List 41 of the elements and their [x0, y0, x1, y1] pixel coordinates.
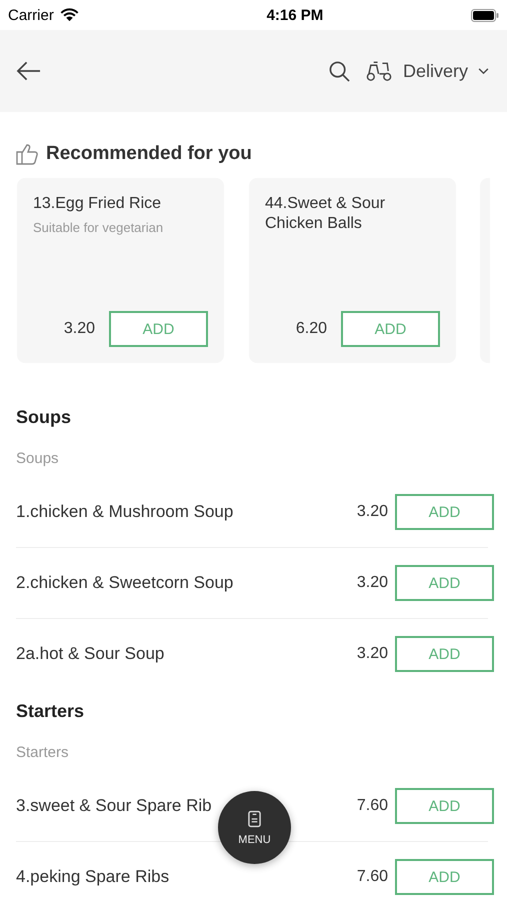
chevron-down-icon [478, 68, 489, 74]
menu-card-icon [248, 810, 261, 828]
dish-price: 6.20 [296, 320, 327, 338]
add-button[interactable]: ADD [395, 565, 494, 601]
add-button[interactable]: ADD [341, 311, 440, 347]
section-heading: Recommended for you [46, 143, 252, 165]
back-arrow-icon[interactable] [16, 61, 41, 81]
dish-name: 44.Sweet & Sour Chicken Balls [265, 194, 386, 234]
add-button[interactable]: ADD [395, 788, 494, 824]
dish-note: Suitable for vegetarian [33, 220, 164, 235]
dish-price: 3.20 [356, 574, 388, 592]
scooter-icon [366, 60, 393, 82]
category-heading: Starters [16, 701, 86, 722]
dish-name: 1.chicken & Mushroom Soup [16, 502, 234, 522]
delivery-dropdown[interactable]: Delivery [402, 60, 489, 82]
battery-icon [470, 8, 499, 22]
dish-name: 3.sweet & Sour Spare Rib [16, 796, 213, 816]
subcategory-label: Starters [16, 744, 70, 761]
dish-price: 3.20 [356, 645, 388, 663]
thumbs-up-icon [16, 143, 38, 165]
add-button[interactable]: ADD [395, 494, 494, 530]
add-button[interactable]: ADD [395, 636, 494, 672]
add-button[interactable]: ADD [109, 311, 208, 347]
subcategory-label: Soups [16, 450, 60, 467]
dish-name: 13.Egg Fried Rice [33, 194, 162, 214]
menu-button[interactable]: MENU [218, 791, 291, 864]
dish-price: 7.60 [356, 868, 388, 886]
search-icon[interactable] [328, 60, 350, 82]
clock-time: 4:16 PM [266, 6, 324, 24]
dish-price: 3.20 [356, 503, 388, 521]
add-button[interactable]: ADD [395, 859, 494, 895]
wifi-icon [60, 8, 79, 22]
recommended-card[interactable]: 13.Egg Fried Rice Suitable for vegetarian 3.20 ADD [17, 178, 224, 363]
category-heading: Soups [16, 407, 72, 428]
dish-price: 7.60 [356, 797, 388, 815]
carrier-name: Carrier [8, 6, 54, 24]
recommended-card[interactable]: 44.Sweet & Sour Chicken Balls 6.20 ADD [249, 178, 456, 363]
dish-name: 4.peking Spare Ribs [16, 867, 170, 887]
dish-price: 3.20 [64, 320, 95, 338]
dish-name: 2.chicken & Sweetcorn Soup [16, 573, 234, 593]
dish-name: 2a.hot & Sour Soup [16, 644, 166, 664]
